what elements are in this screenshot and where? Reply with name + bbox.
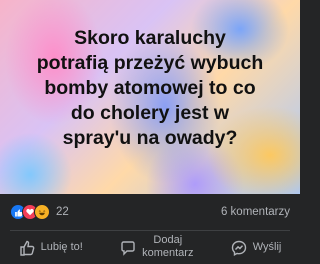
like-label: Lubię to! <box>40 241 83 253</box>
messenger-icon <box>231 240 246 256</box>
like-button[interactable]: Lubię to! <box>19 234 83 256</box>
share-label: Wyślij <box>252 241 282 253</box>
divider <box>10 230 290 231</box>
post-text: Skoro karaluchy potrafią przeżyć wybuch … <box>36 27 264 149</box>
reaction-summary[interactable]: 22 <box>10 204 69 220</box>
action-bar: Lubię to! Dodaj komentarz Wyślij <box>0 234 300 264</box>
reactions-row: 22 6 komentarzy <box>10 203 290 221</box>
comment-label: Dodaj komentarz <box>142 234 194 259</box>
comment-icon <box>121 241 135 256</box>
thumbs-up-icon <box>19 240 34 256</box>
reaction-count[interactable]: 22 <box>56 206 69 218</box>
share-button[interactable]: Wyślij <box>231 234 282 256</box>
post-image[interactable]: Skoro karaluchy potrafią przeżyć wybuch … <box>0 0 300 194</box>
comment-count[interactable]: 6 komentarzy <box>221 206 290 218</box>
haha-icon <box>34 204 50 220</box>
comment-button[interactable]: Dodaj komentarz <box>120 234 193 260</box>
